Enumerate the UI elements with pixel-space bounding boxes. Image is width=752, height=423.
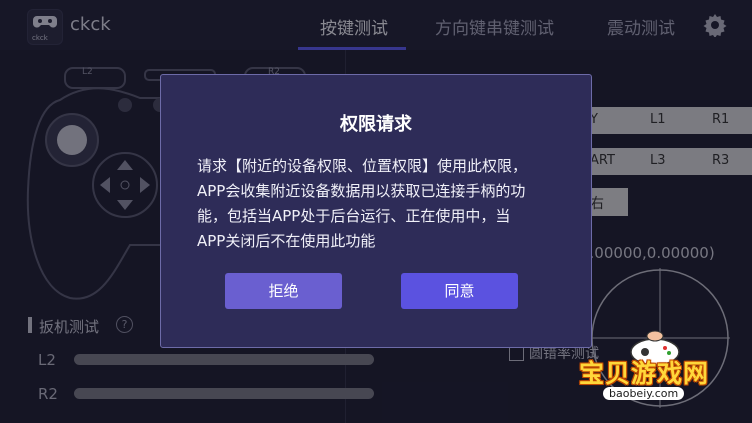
dialog-body: 请求【附近的设备权限、位置权限】使用此权限，APP会收集附近设备数据用以获取已连… [197, 157, 528, 250]
watermark-url: baobeiy.com [603, 387, 685, 400]
watermark-text: 宝贝游戏网 [579, 359, 710, 388]
app-screen: ckck ckck 按键测试 方向键串键测试 震动测试 L2 R2 扳机测试 ?… [0, 0, 752, 423]
deny-button[interactable]: 拒绝 [225, 273, 342, 309]
permission-dialog: 权限请求 请求【附近的设备权限、位置权限】使用此权限，APP会收集附近设备数据用… [160, 74, 592, 348]
agree-button[interactable]: 同意 [401, 273, 518, 309]
watermark: 宝贝游戏网 baobeiy.com [575, 330, 752, 423]
dialog-title: 权限请求 [340, 114, 412, 135]
